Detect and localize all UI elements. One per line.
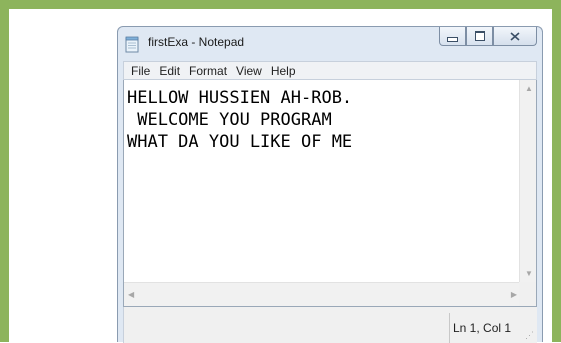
- text-editor: HELLOW HUSSIEN AH-ROB. WELCOME YOU PROGR…: [123, 80, 537, 307]
- maximize-button[interactable]: [466, 27, 493, 46]
- resize-grip-icon[interactable]: ⋰: [525, 330, 534, 341]
- scroll-down-icon[interactable]: ▼: [525, 270, 533, 278]
- notepad-icon[interactable]: [125, 36, 140, 53]
- title-bar[interactable]: firstExa - Notepad: [118, 27, 542, 61]
- cursor-position: Ln 1, Col 1: [453, 321, 512, 335]
- editor-content[interactable]: HELLOW HUSSIEN AH-ROB. WELCOME YOU PROGR…: [127, 87, 515, 282]
- notepad-window: firstExa - Notepad File Edit Format View…: [117, 26, 543, 343]
- vertical-scrollbar[interactable]: ▲ ▼: [519, 80, 536, 282]
- status-divider: [449, 313, 450, 343]
- menu-file[interactable]: File: [131, 64, 150, 78]
- status-bar: Ln 1, Col 1 ⋰: [123, 307, 537, 343]
- menu-help[interactable]: Help: [271, 64, 296, 78]
- window-title: firstExa - Notepad: [148, 35, 245, 49]
- close-button[interactable]: [493, 27, 537, 46]
- maximize-icon: [474, 31, 485, 41]
- menu-edit[interactable]: Edit: [159, 64, 180, 78]
- scroll-right-icon[interactable]: ▶: [511, 291, 517, 299]
- minimize-button[interactable]: [439, 27, 466, 46]
- scroll-corner: [519, 282, 536, 306]
- minimize-icon: [447, 36, 458, 42]
- menu-bar: File Edit Format View Help: [123, 61, 537, 80]
- close-icon: [510, 31, 520, 41]
- menu-format[interactable]: Format: [189, 64, 227, 78]
- scroll-up-icon[interactable]: ▲: [525, 85, 533, 93]
- window-controls: [439, 27, 537, 47]
- scroll-left-icon[interactable]: ◀: [128, 291, 134, 299]
- horizontal-scrollbar[interactable]: ◀ ▶: [124, 282, 521, 306]
- menu-view[interactable]: View: [236, 64, 262, 78]
